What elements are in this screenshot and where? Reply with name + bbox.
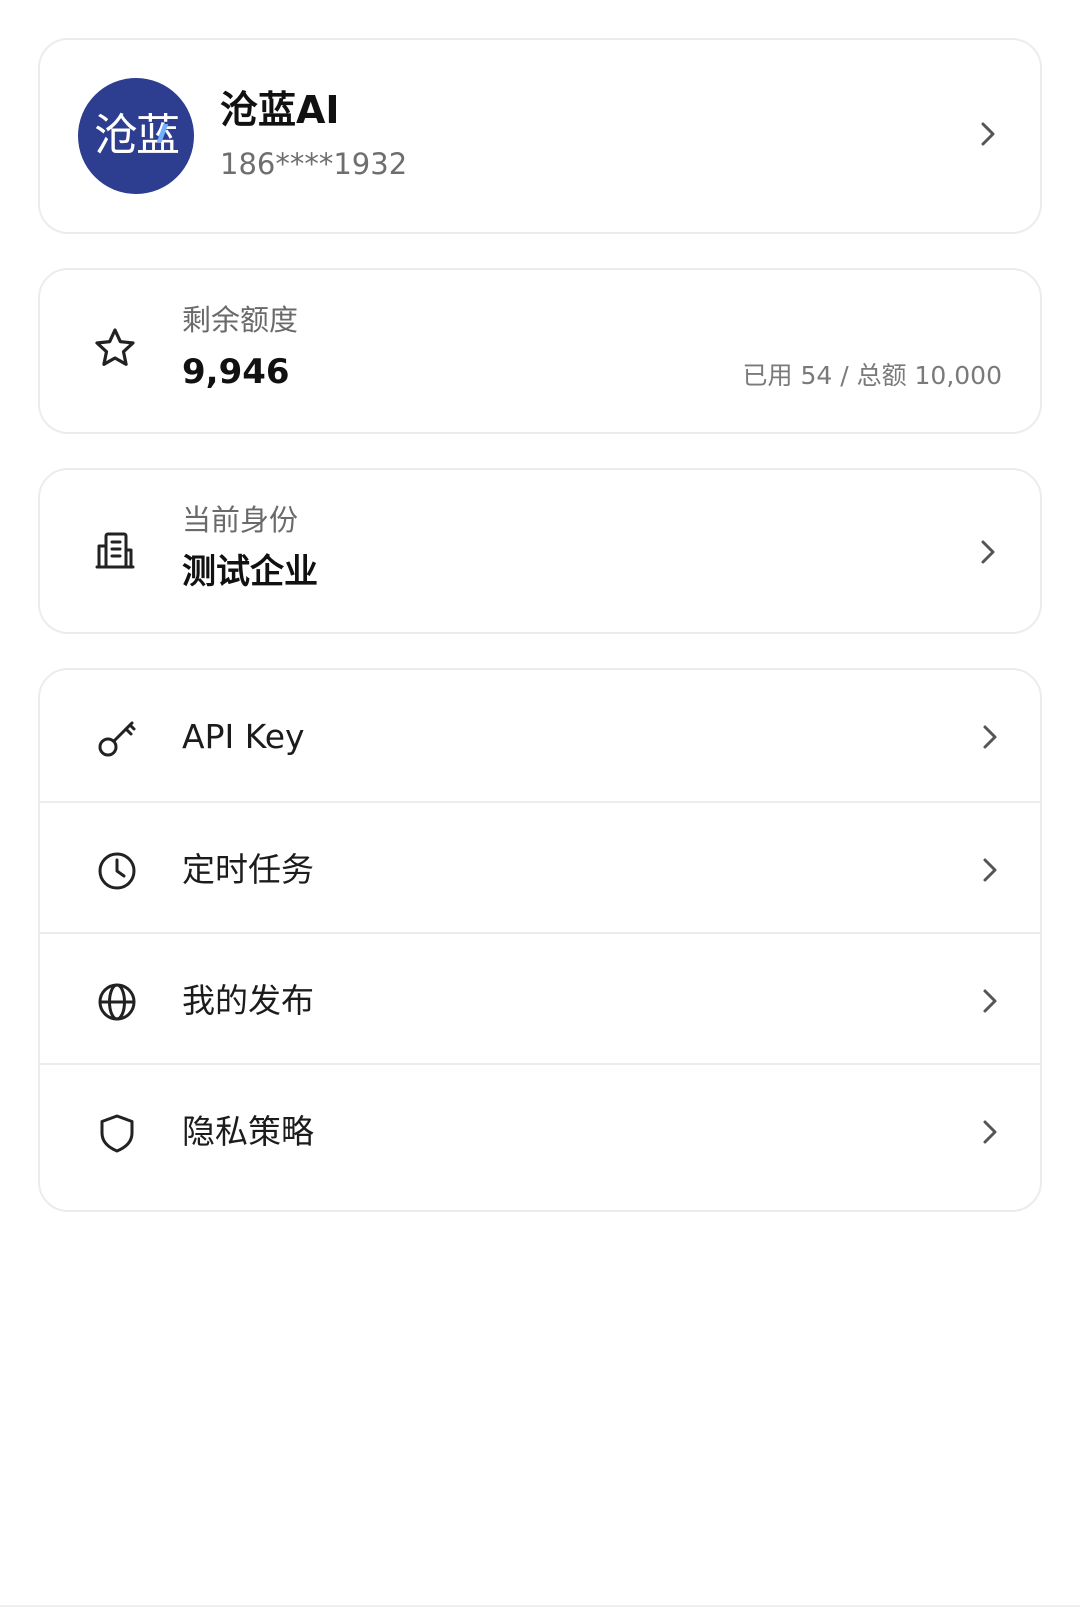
globe-icon — [95, 980, 139, 1024]
menu-item-scheduled-tasks[interactable]: 定时任务 — [40, 803, 1040, 938]
identity-value: 测试企业 — [182, 552, 318, 592]
clock-icon — [95, 849, 139, 893]
menu-item-label: 隐私策略 — [182, 1112, 314, 1151]
chevron-right-icon — [976, 723, 1004, 751]
star-icon — [93, 326, 137, 370]
identity-card[interactable]: 当前身份 测试企业 — [38, 468, 1042, 634]
identity-label: 当前身份 — [182, 503, 299, 537]
menu-item-privacy-policy[interactable]: 隐私策略 — [40, 1065, 1040, 1200]
menu-item-api-key[interactable]: API Key — [40, 670, 1040, 805]
chevron-right-icon — [974, 120, 1002, 148]
quota-value: 9,946 — [182, 352, 290, 392]
bottom-divider — [0, 1605, 1080, 1607]
shield-icon — [95, 1111, 139, 1155]
menu-item-label: 我的发布 — [182, 981, 314, 1020]
building-icon — [93, 528, 137, 572]
chevron-right-icon — [976, 856, 1004, 884]
chevron-right-icon — [976, 1118, 1004, 1146]
profile-card[interactable]: 沧蓝 沧蓝AI 186****1932 — [38, 38, 1042, 234]
menu-item-my-publications[interactable]: 我的发布 — [40, 934, 1040, 1069]
avatar-text: 沧蓝 — [94, 110, 180, 161]
chevron-right-icon — [974, 538, 1002, 566]
menu-card: API Key 定时任务 我的发布 隐私策略 — [38, 668, 1042, 1212]
menu-item-label: API Key — [182, 717, 305, 756]
quota-card: 剩余额度 9,946 已用 54 / 总额 10,000 — [38, 268, 1042, 434]
avatar: 沧蓝 — [78, 78, 194, 194]
quota-label: 剩余额度 — [182, 303, 299, 337]
key-icon — [95, 716, 139, 760]
quota-usage: 已用 54 / 总额 10,000 — [742, 361, 1003, 390]
profile-phone: 186****1932 — [220, 147, 408, 181]
profile-name: 沧蓝AI — [220, 88, 340, 132]
menu-item-label: 定时任务 — [182, 850, 314, 889]
chevron-right-icon — [976, 987, 1004, 1015]
